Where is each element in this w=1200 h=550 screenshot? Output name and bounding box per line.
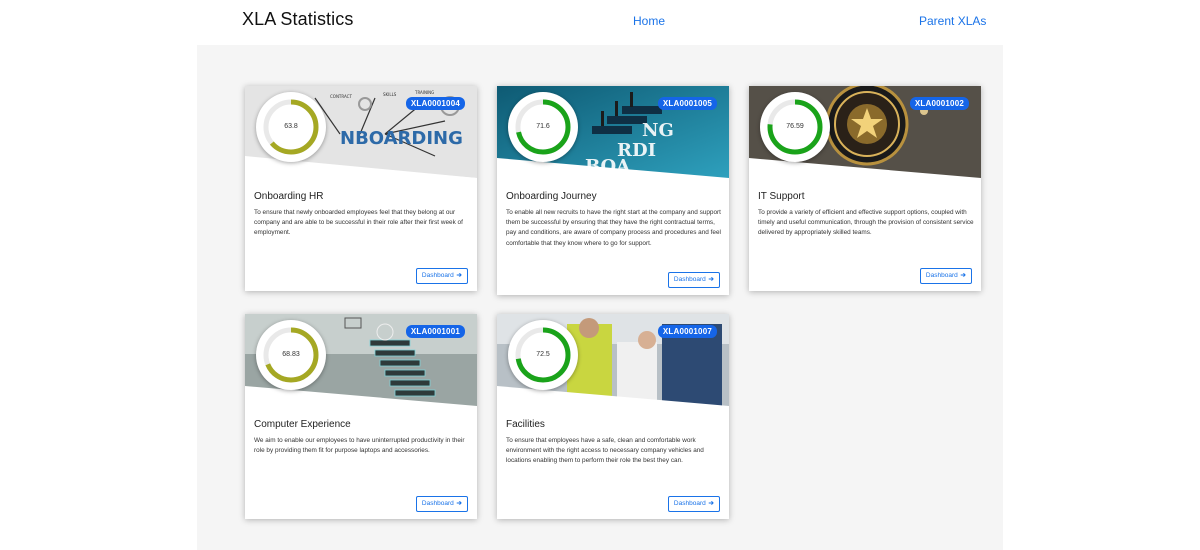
xla-card: NG RDI BOA XLA0001005 71.6 Onboarding Jo… [497,86,729,295]
score-gauge: 76.59 [760,92,830,162]
nav-link-parent-xlas[interactable]: Parent XLAs [919,14,986,28]
xla-card: XLA0001001 68.83 Computer Experience We … [245,314,477,519]
score-gauge: 68.83 [256,320,326,390]
card-image: XLA0001002 76.59 [749,86,981,178]
xla-card: NBOARDING CONTRACT SKILLS TRAINING XLA00… [245,86,477,291]
xla-card: XLA0001007 72.5 Facilities To ensure tha… [497,314,729,519]
nav-link-home[interactable]: Home [633,14,665,28]
dashboard-button[interactable]: Dashboard ➔ [919,268,972,284]
xla-id-badge: XLA0001004 [405,97,465,110]
card-description: To ensure that newly onboarded employees… [254,209,463,237]
card-description: To enable all new recruits to have the r… [506,209,721,247]
arrow-right-icon: ➔ [708,500,714,507]
card-title: Facilities [506,419,545,430]
score-value: 63.8 [284,123,298,130]
score-value: 71.6 [536,123,550,130]
score-gauge: 63.8 [256,92,326,162]
card-description: To provide a variety of efficient and ef… [758,209,974,237]
svg-text:NG: NG [642,120,674,141]
score-value: 72.5 [536,351,550,358]
score-gauge: 71.6 [508,92,578,162]
arrow-right-icon: ➔ [708,276,714,283]
dashboard-button[interactable]: Dashboard ➔ [415,268,468,284]
xla-id-badge: XLA0001002 [909,97,969,110]
brand-title[interactable]: XLA Statistics [242,9,353,30]
arrow-right-icon: ➔ [960,272,966,279]
card-title: IT Support [758,191,805,202]
dashboard-button[interactable]: Dashboard ➔ [667,496,720,512]
card-title: Onboarding HR [254,191,324,202]
dashboard-button[interactable]: Dashboard ➔ [667,272,720,288]
score-value: 68.83 [282,351,300,358]
card-title: Computer Experience [254,419,351,430]
card-image: XLA0001001 68.83 [245,314,477,406]
navbar: XLA Statistics Home Parent XLAs [0,0,1200,45]
svg-text:SKILLS: SKILLS [383,92,397,97]
xla-card: XLA0001002 76.59 IT Support To provide a… [749,86,981,291]
dashboard-button[interactable]: Dashboard ➔ [415,496,468,512]
xla-id-badge: XLA0001001 [405,325,465,338]
card-title: Onboarding Journey [506,191,597,202]
arrow-right-icon: ➔ [456,500,462,507]
card-description: We aim to enable our employees to have u… [254,437,465,455]
xla-id-badge: XLA0001007 [657,325,717,338]
arrow-right-icon: ➔ [456,272,462,279]
svg-text:NBOARDING: NBOARDING [340,128,463,149]
score-value: 76.59 [786,123,804,130]
xla-id-badge: XLA0001005 [657,97,717,110]
card-image: XLA0001007 72.5 [497,314,729,406]
card-image: NBOARDING CONTRACT SKILLS TRAINING XLA00… [245,86,477,178]
card-image: NG RDI BOA XLA0001005 71.6 [497,86,729,178]
card-description: To ensure that employees have a safe, cl… [506,437,704,465]
xla-card-grid: NBOARDING CONTRACT SKILLS TRAINING XLA00… [197,45,1003,550]
svg-text:CONTRACT: CONTRACT [330,94,352,99]
score-gauge: 72.5 [508,320,578,390]
svg-text:TRAINING: TRAINING [414,90,434,95]
